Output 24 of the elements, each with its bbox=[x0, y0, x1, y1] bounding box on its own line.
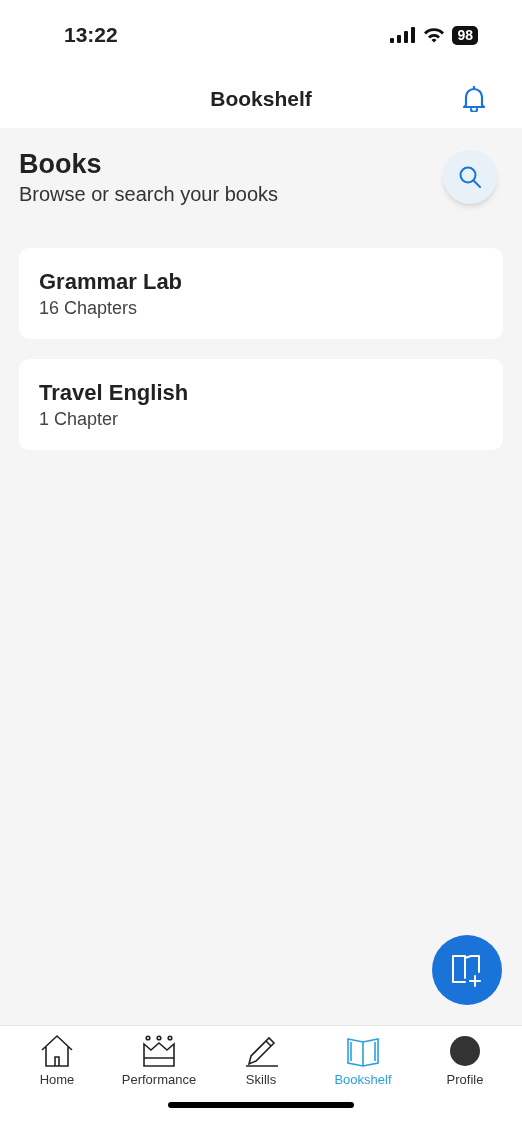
pencil-icon bbox=[244, 1034, 278, 1068]
section-subtitle: Browse or search your books bbox=[19, 182, 278, 207]
book-title: Travel English bbox=[39, 378, 190, 407]
tab[interactable]: Home bbox=[7, 1034, 107, 1088]
book-card[interactable]: Travel English 1 Chapter bbox=[19, 359, 503, 450]
chapter-count: 16 Chapters bbox=[39, 296, 139, 320]
tab[interactable]: Profile bbox=[415, 1034, 515, 1088]
search-button[interactable] bbox=[443, 150, 497, 204]
crown-icon bbox=[142, 1034, 176, 1068]
avatar-icon bbox=[448, 1034, 482, 1068]
book-card[interactable]: Grammar Lab 16 Chapters bbox=[19, 248, 503, 339]
tab[interactable]: Performance bbox=[109, 1034, 209, 1088]
search-icon bbox=[458, 165, 482, 189]
wifi-icon bbox=[423, 27, 446, 43]
home-icon bbox=[40, 1034, 74, 1068]
chapter-count: 1 Chapter bbox=[39, 407, 120, 431]
tab[interactable]: Skills bbox=[211, 1034, 311, 1088]
signal-icon bbox=[390, 27, 417, 43]
header-title: Bookshelf bbox=[210, 86, 312, 113]
notification-bell-icon[interactable] bbox=[462, 86, 486, 112]
status-time: 13:22 bbox=[64, 22, 118, 49]
battery-level: 98 bbox=[452, 25, 478, 45]
book-title: Grammar Lab bbox=[39, 267, 184, 296]
section-title: Books bbox=[19, 148, 103, 180]
